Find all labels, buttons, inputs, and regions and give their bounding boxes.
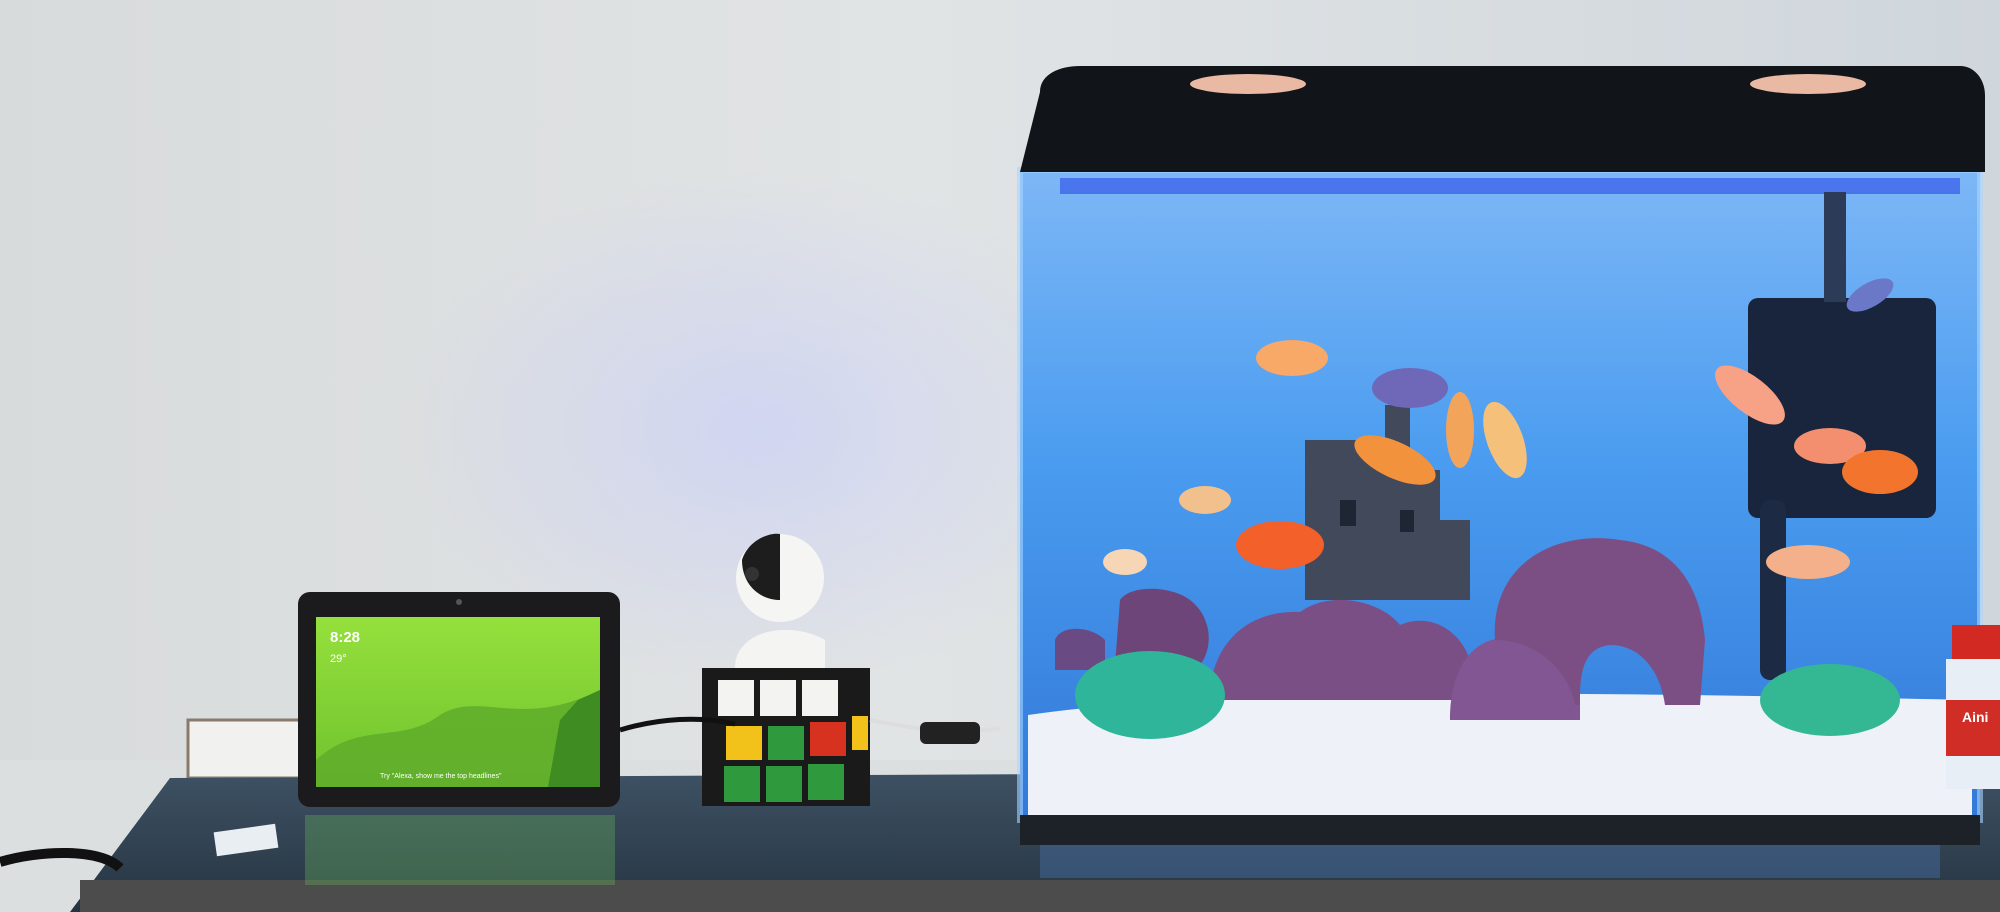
cube-top-row [802,680,838,716]
fish [1766,545,1850,579]
filter-pipe [1824,192,1846,302]
display-reflection [305,815,615,885]
wall-socket [186,718,308,780]
fish [1842,450,1918,494]
cube-bottom-row [808,764,844,800]
power-adapter [920,722,980,744]
heater [1760,500,1786,680]
fish [1103,549,1147,575]
aquarium-light-strip [1060,178,1960,194]
cube-mid-row [810,722,846,756]
fish [1446,392,1474,468]
camera-lens-icon [745,567,759,581]
jar-lid [1952,625,2000,659]
cube-bottom-row [724,766,760,802]
aquarium-base [1020,815,1980,845]
cube-top-row [760,680,796,716]
jar-label-text: Aini [1962,709,1988,725]
alexa-hint-text: Try "Alexa, show me the top headlines" [380,773,502,780]
lid-handle [1190,74,1306,94]
smart-display: 8:28 29° Try "Alexa, show me the top hea… [298,592,620,807]
fish [1256,340,1328,376]
castle-window [1340,500,1356,526]
cube-bottom-row [766,766,802,802]
security-camera [735,533,825,668]
castle-window [1400,510,1414,532]
cube-mid-row [768,726,804,760]
fish [1179,486,1231,514]
rubiks-cube [702,668,870,806]
grass-plant [1760,664,1900,736]
aquarium [1017,66,1985,845]
weather-text: 29° [330,653,347,665]
aquarium-scene: 8:28 29° Try "Alexa, show me the top hea… [0,0,2000,912]
lid-handle [1750,74,1866,94]
power-cable [0,848,124,872]
fish-food-jar: Aini [1946,625,2000,789]
cube-top-row [718,680,754,716]
camera-icon [456,599,462,605]
cube-mid-row [726,726,762,760]
fish [1372,368,1448,408]
cube-mid-row [852,716,868,750]
fish [1236,521,1324,569]
grass-plant [1075,651,1225,739]
clock-text: 8:28 [330,629,360,646]
